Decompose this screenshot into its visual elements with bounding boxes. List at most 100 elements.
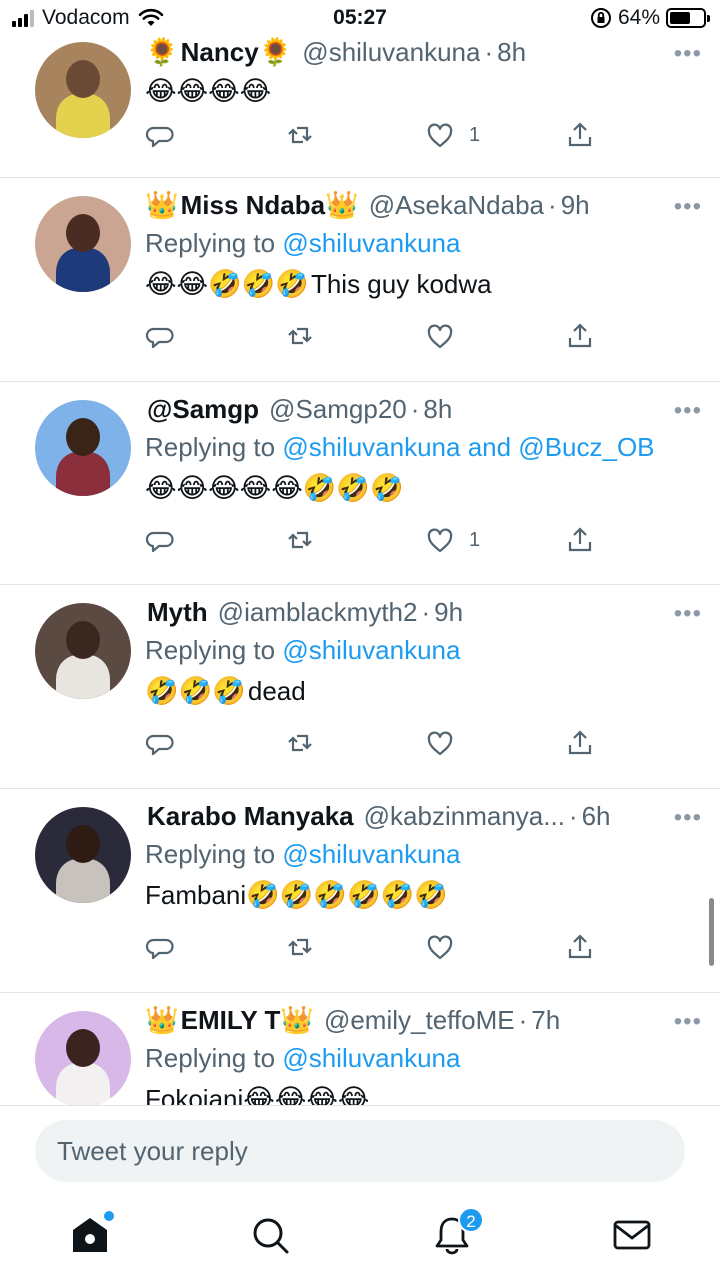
- user-handle[interactable]: @Samgp20: [269, 394, 407, 425]
- retweet-button[interactable]: [285, 321, 315, 351]
- replying-to-label: Replying to: [145, 839, 276, 869]
- share-icon: [568, 934, 592, 959]
- avatar[interactable]: [35, 196, 131, 292]
- reply-tweet[interactable]: 👑 Miss Ndaba 👑 @AsekaNdaba · 9h ••• Repl…: [0, 178, 720, 382]
- home-tab[interactable]: [70, 1211, 114, 1255]
- avatar[interactable]: [35, 42, 131, 138]
- replying-to-mentions[interactable]: @shiluvankuna: [282, 1043, 460, 1073]
- share-button[interactable]: [565, 728, 595, 758]
- envelope-icon: [613, 1220, 651, 1250]
- scroll-indicator[interactable]: [709, 898, 714, 966]
- heart-icon: [427, 528, 453, 553]
- more-options-icon[interactable]: •••: [674, 40, 702, 68]
- tweet-emojis: 😂😂🤣🤣🤣: [145, 269, 309, 299]
- user-handle[interactable]: @kabzinmanya...: [364, 801, 565, 832]
- like-button[interactable]: 1: [425, 525, 480, 555]
- replying-to-line: Replying to @shiluvankuna: [145, 630, 690, 670]
- display-name[interactable]: @Samgp: [147, 394, 259, 425]
- replying-to-line: Replying to @shiluvankuna and @Bucz_OB: [145, 427, 690, 467]
- retweet-button[interactable]: [285, 728, 315, 758]
- user-handle[interactable]: @emily_teffoME: [324, 1005, 515, 1036]
- avatar[interactable]: [35, 603, 131, 699]
- user-handle[interactable]: @iamblackmyth2: [218, 597, 418, 628]
- reply-tweet[interactable]: 🌻 Nancy 🌻 @shiluvankuna · 8h ••• 😂😂😂😂 1: [0, 28, 720, 178]
- retweet-icon: [288, 126, 312, 144]
- avatar-head: [66, 214, 100, 252]
- retweet-icon: [288, 531, 312, 549]
- avatar-figure: [56, 248, 110, 292]
- like-count: 1: [469, 123, 481, 146]
- reply-tweet[interactable]: Karabo Manyaka @kabzinmanya... · 6h ••• …: [0, 789, 720, 993]
- reply-tweet[interactable]: 👑 EMILY T 👑 @emily_teffoME · 7h ••• Repl…: [0, 993, 720, 1105]
- tweet-actions: [145, 728, 605, 768]
- reply-button[interactable]: [145, 728, 175, 758]
- replying-to-mentions[interactable]: @shiluvankuna: [282, 635, 460, 665]
- share-icon: [568, 323, 592, 348]
- tweet-actions: 1: [145, 525, 605, 565]
- name-prefix-emoji: 👑: [145, 1005, 179, 1035]
- display-name[interactable]: Miss Ndaba: [181, 190, 326, 221]
- display-name[interactable]: Myth: [147, 597, 208, 628]
- share-button[interactable]: [565, 525, 595, 555]
- reply-button[interactable]: [145, 525, 175, 555]
- avatar-figure: [56, 94, 110, 138]
- like-button[interactable]: 1: [425, 120, 480, 150]
- avatar[interactable]: [35, 807, 131, 903]
- reply-feed[interactable]: 🌻 Nancy 🌻 @shiluvankuna · 8h ••• 😂😂😂😂 1: [0, 28, 720, 1105]
- reply-button[interactable]: [145, 120, 175, 150]
- separator-dot: ·: [568, 800, 578, 831]
- retweet-button[interactable]: [285, 932, 315, 962]
- separator-dot: ·: [410, 393, 420, 424]
- more-options-icon[interactable]: •••: [674, 804, 702, 832]
- like-button[interactable]: [425, 728, 469, 758]
- avatar-head: [66, 418, 100, 456]
- share-button[interactable]: [565, 120, 595, 150]
- retweet-button[interactable]: [285, 120, 315, 150]
- reply-tweet[interactable]: Myth @iamblackmyth2 · 9h ••• Replying to…: [0, 585, 720, 789]
- replying-to-mentions[interactable]: @shiluvankuna: [282, 228, 460, 258]
- user-handle[interactable]: @AsekaNdaba: [369, 190, 544, 221]
- more-options-icon[interactable]: •••: [674, 1008, 702, 1036]
- replying-to-label: Replying to: [145, 1043, 276, 1073]
- replying-to-mentions[interactable]: @shiluvankuna: [282, 839, 460, 869]
- tweet-age: 9h: [560, 189, 590, 220]
- reply-icon: [145, 126, 174, 148]
- name-suffix-emoji: 👑: [280, 1005, 314, 1035]
- avatar[interactable]: [35, 400, 131, 496]
- replying-to-line: Replying to @shiluvankuna: [145, 1038, 690, 1078]
- display-name[interactable]: Nancy: [181, 37, 259, 68]
- tweet-reply-input[interactable]: [35, 1120, 685, 1182]
- reply-button[interactable]: [145, 932, 175, 962]
- share-button[interactable]: [565, 321, 595, 351]
- more-options-icon[interactable]: •••: [674, 193, 702, 221]
- name-suffix-emoji: 🌻: [258, 37, 293, 67]
- more-options-icon[interactable]: •••: [674, 397, 702, 425]
- avatar[interactable]: [35, 1011, 131, 1105]
- like-button[interactable]: [425, 321, 469, 351]
- retweet-button[interactable]: [285, 525, 315, 555]
- tweet-age: 7h: [531, 1004, 561, 1035]
- battery-percent: 64%: [617, 6, 660, 29]
- search-tab[interactable]: [250, 1215, 290, 1255]
- more-options-icon[interactable]: •••: [674, 600, 702, 628]
- like-count: 1: [469, 528, 481, 551]
- retweet-icon: [288, 734, 312, 752]
- tweet-text: This guy kodwa: [310, 269, 492, 299]
- replying-to-mentions[interactable]: @shiluvankuna and @Bucz_OB: [282, 432, 654, 462]
- orientation-lock-icon: [590, 8, 611, 28]
- tweet-body: 😂😂😂😂😂🤣🤣🤣: [145, 467, 690, 509]
- reply-tweet[interactable]: @Samgp @Samgp20 · 8h ••• Replying to @sh…: [0, 382, 720, 585]
- display-name[interactable]: EMILY T: [181, 1005, 281, 1036]
- reply-button[interactable]: [145, 321, 175, 351]
- heart-icon: [427, 935, 453, 960]
- tweet-text: Fokojani: [145, 1084, 244, 1105]
- notifications-tab[interactable]: 2: [432, 1207, 484, 1255]
- avatar-head: [66, 1029, 100, 1067]
- user-handle[interactable]: @shiluvankuna: [302, 37, 480, 68]
- tweet-age: 9h: [434, 596, 464, 627]
- replying-to-line: Replying to @shiluvankuna: [145, 223, 690, 263]
- share-button[interactable]: [565, 932, 595, 962]
- display-name[interactable]: Karabo Manyaka: [147, 801, 354, 832]
- like-button[interactable]: [425, 932, 469, 962]
- messages-tab[interactable]: [612, 1215, 652, 1255]
